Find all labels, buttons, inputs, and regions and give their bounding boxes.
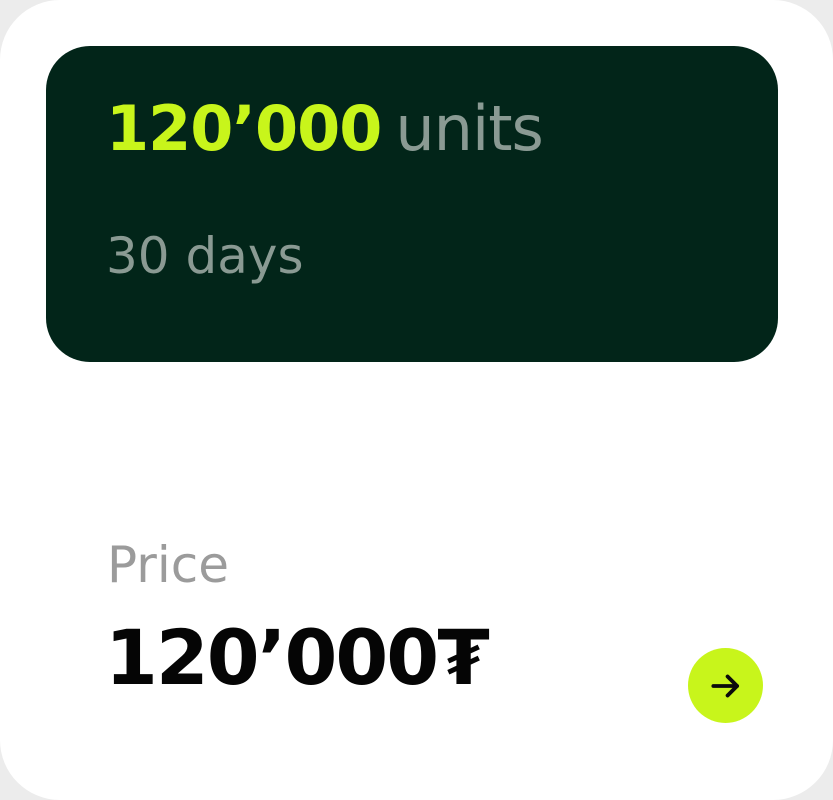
arrow-right-icon [710,674,739,697]
plan-amount-value: 120’000 [106,92,382,165]
tariff-card[interactable]: 120’000 units 30 days Price 120’000₮ [0,0,833,800]
price-value: 120’000₮ [105,613,490,702]
price-label: Price [107,536,229,594]
plan-duration: 30 days [106,227,304,285]
plan-amount: 120’000 units [106,98,544,160]
plan-amount-unit: units [395,92,543,165]
plan-summary: 120’000 units 30 days [46,46,778,362]
next-button[interactable] [688,648,763,723]
